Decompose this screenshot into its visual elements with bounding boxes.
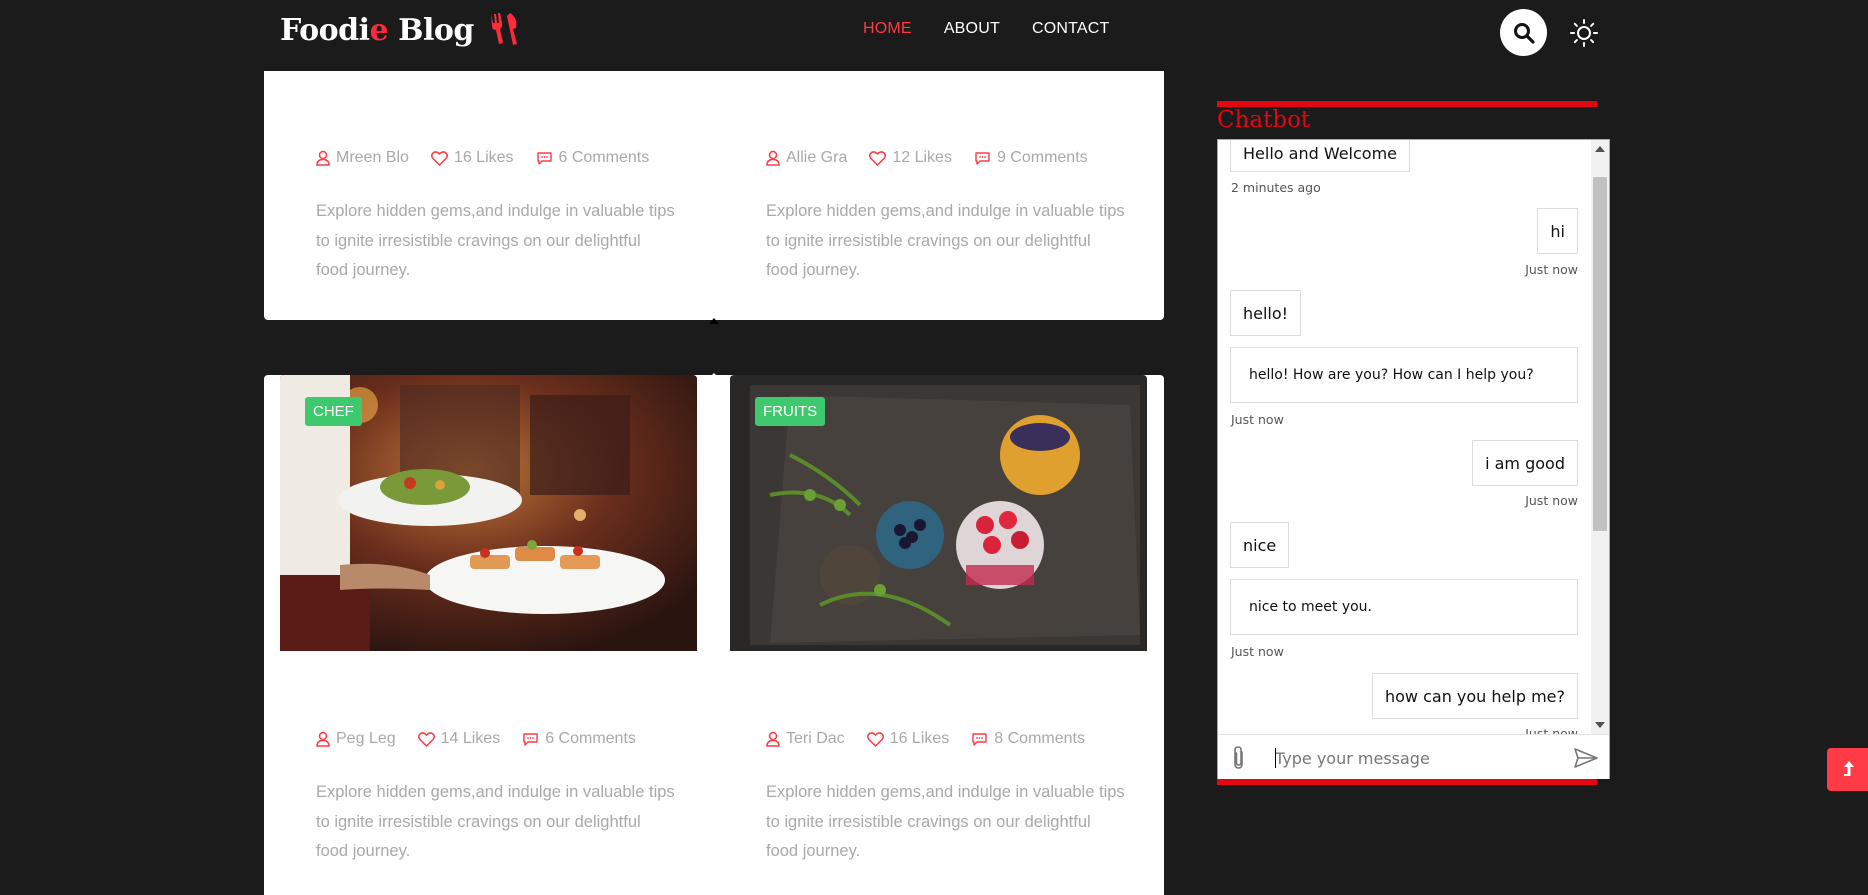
main-menu: HOME ABOUT CONTACT [863, 20, 1109, 38]
arrow-up-icon [1843, 760, 1854, 776]
post-excerpt: Explore hidden gems,and indulge in valua… [766, 783, 1125, 860]
user-message: how can you help me? [1371, 673, 1578, 719]
message-timestamp: Just now [1525, 262, 1578, 277]
search-icon [1513, 22, 1535, 44]
message-timestamp: Just now [1231, 412, 1284, 427]
post-excerpt: Explore hidden gems,and indulge in valua… [316, 202, 675, 279]
post-excerpt: Explore hidden gems,and indulge in valua… [766, 202, 1125, 279]
brand-name-part1: Foodi [280, 13, 370, 48]
scroll-to-top-button[interactable] [1827, 748, 1868, 791]
message-timestamp: 2 minutes ago [1231, 180, 1321, 195]
nav-home[interactable]: HOME [863, 20, 912, 38]
bot-message: Hello and Welcome [1230, 140, 1411, 172]
chatbot-bottom-border [1217, 779, 1597, 785]
message-timestamp: Just now [1231, 644, 1284, 659]
attach-button[interactable] [1230, 745, 1248, 776]
chat-scrollbar[interactable] [1591, 140, 1609, 734]
post-comments[interactable]: 9 Comments [974, 149, 1088, 167]
chatbot-window: Hello and Welcome 2 minutes ago hi Just … [1217, 139, 1610, 779]
bot-message: nice to meet you. [1230, 579, 1578, 635]
post-author[interactable]: Teri Dac [766, 730, 845, 748]
sun-icon [1570, 19, 1598, 47]
comment-icon [523, 732, 538, 746]
brand-name-accent: e [369, 13, 389, 48]
send-button[interactable] [1574, 748, 1598, 773]
post-likes[interactable]: 16 Likes [430, 149, 514, 167]
nav-about[interactable]: ABOUT [944, 20, 1000, 38]
post-likes[interactable]: 14 Likes [417, 730, 500, 748]
brand-name-part2: Blog [388, 13, 474, 48]
post-row-top: Mreen Blo 16 Likes 6 Comments Explore hi… [264, 71, 1164, 320]
post-comments[interactable]: 6 Comments [536, 149, 649, 167]
user-icon [766, 150, 780, 166]
post-image-chef[interactable]: CHEF [280, 375, 697, 651]
brand-logo[interactable]: Foodie Blog [280, 12, 518, 54]
send-icon [1574, 748, 1598, 768]
user-icon [316, 150, 330, 166]
post-meta: Allie Gra 12 Likes 9 Comments [766, 149, 1110, 167]
scroll-up-arrow[interactable] [1595, 146, 1605, 152]
post-image-fruits[interactable]: FRUITS [730, 375, 1147, 651]
user-icon [766, 731, 780, 747]
post-meta: Peg Leg 14 Likes 6 Comments [316, 730, 658, 748]
heart-icon [869, 150, 887, 166]
scroll-thumb[interactable] [1593, 177, 1607, 531]
comment-icon [536, 151, 552, 165]
post-meta: Mreen Blo 16 Likes 6 Comments [316, 149, 671, 167]
post-author[interactable]: Peg Leg [316, 730, 396, 748]
user-icon [316, 731, 330, 747]
nav-contact[interactable]: CONTACT [1032, 20, 1110, 38]
bot-message: hello! How are you? How can I help you? [1230, 347, 1578, 403]
comment-icon [975, 151, 990, 165]
bot-message: hello! [1230, 290, 1302, 336]
heart-icon [430, 150, 448, 166]
fork-knife-icon [488, 12, 518, 54]
theme-toggle[interactable] [1570, 19, 1598, 47]
heart-icon [417, 731, 435, 747]
post-excerpt: Explore hidden gems,and indulge in valua… [316, 783, 675, 860]
bot-message: nice [1230, 522, 1290, 568]
divider-notch [709, 318, 719, 324]
post-author[interactable]: Mreen Blo [316, 149, 409, 167]
search-button[interactable] [1500, 9, 1547, 56]
post-likes[interactable]: 12 Likes [869, 149, 952, 167]
category-tag[interactable]: CHEF [305, 397, 362, 426]
category-tag[interactable]: FRUITS [755, 397, 826, 426]
chat-message-input[interactable] [1273, 744, 1557, 772]
post-row-bottom: CHEF FRUITS Peg Leg 14 Likes 6 Comments … [264, 375, 1164, 895]
post-likes[interactable]: 16 Likes [866, 730, 949, 748]
scroll-down-arrow[interactable] [1595, 722, 1605, 728]
user-message: i am good [1472, 440, 1578, 486]
user-message: hi [1537, 208, 1578, 254]
chat-messages[interactable]: Hello and Welcome 2 minutes ago hi Just … [1218, 140, 1590, 734]
text-caret [1275, 748, 1276, 768]
chat-input-row [1218, 734, 1609, 779]
heart-icon [866, 731, 884, 747]
post-meta: Teri Dac 16 Likes 8 Comments [766, 730, 1107, 748]
chatbot-title: Chatbot [1217, 107, 1311, 133]
paperclip-icon [1234, 746, 1243, 769]
post-author[interactable]: Allie Gra [766, 149, 847, 167]
navbar: Foodie Blog HOME ABOUT CONTACT [0, 0, 1868, 64]
message-timestamp: Just now [1525, 726, 1578, 734]
comment-icon [972, 732, 987, 746]
post-comments[interactable]: 6 Comments [522, 730, 636, 748]
message-timestamp: Just now [1525, 493, 1578, 508]
post-comments[interactable]: 8 Comments [971, 730, 1085, 748]
